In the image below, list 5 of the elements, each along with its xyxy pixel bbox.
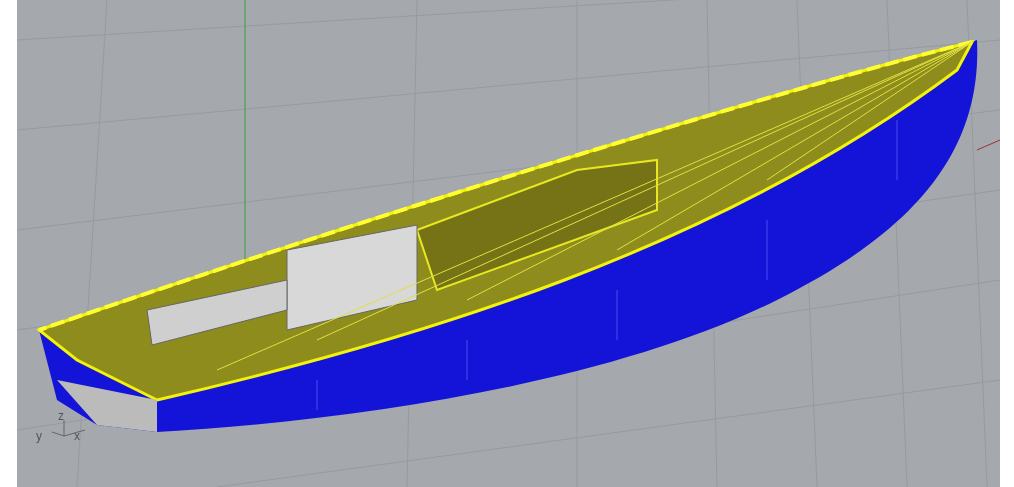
axis-triad-icon (51, 420, 87, 440)
x-axis-line (976, 139, 1000, 151)
axis-label: x (74, 430, 80, 442)
axis-label: y (36, 430, 42, 442)
axis-label: z (58, 410, 64, 422)
